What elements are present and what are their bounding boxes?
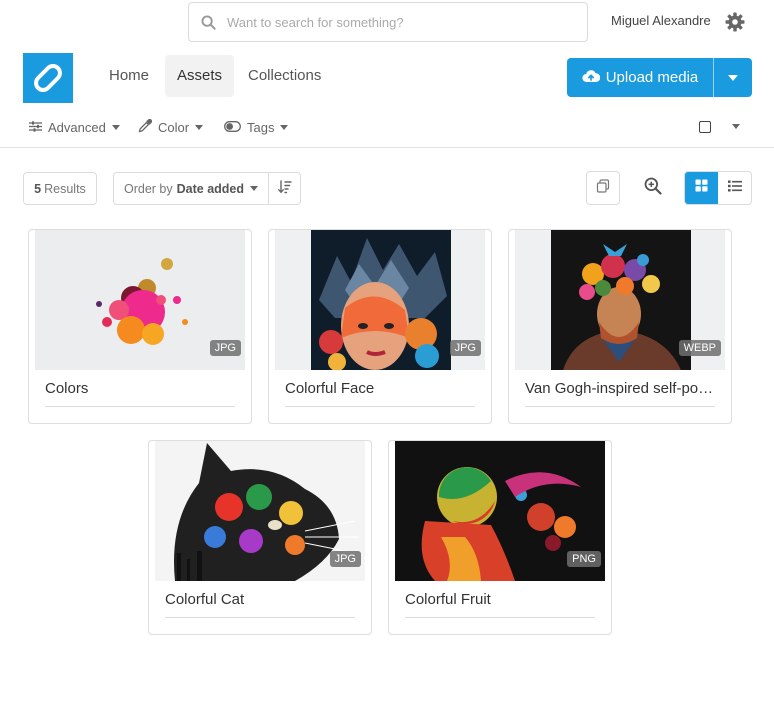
asset-card[interactable]: PNG Colorful Fruit — [388, 440, 612, 635]
order-by-select[interactable]: Order by Date added — [114, 173, 269, 204]
asset-card[interactable]: WEBP Van Gogh-inspired self-portrait — [508, 229, 732, 424]
sort-descending-icon — [277, 180, 292, 197]
cloud-upload-icon — [582, 69, 600, 87]
file-format-badge: PNG — [567, 551, 601, 567]
results-count-badge: 5 Results — [23, 172, 97, 205]
file-format-badge: JPG — [449, 340, 481, 356]
select-all-checkbox[interactable] — [699, 121, 711, 133]
upload-media-button-group: Upload media — [567, 58, 752, 97]
view-toggle — [684, 171, 752, 205]
asset-divider — [165, 617, 355, 618]
asset-divider — [285, 406, 475, 407]
order-by-value: Date added — [176, 181, 245, 196]
filter-color[interactable]: Color — [138, 117, 204, 137]
zoom-in-icon — [644, 177, 662, 200]
grid-view-button[interactable] — [685, 172, 718, 204]
copy-icon — [596, 178, 610, 198]
zoom-button[interactable] — [636, 171, 670, 205]
toggle-icon — [224, 120, 241, 135]
gear-icon[interactable] — [725, 12, 745, 32]
filter-tags-label: Tags — [247, 119, 275, 135]
file-format-badge: JPG — [209, 340, 241, 356]
asset-divider — [405, 617, 595, 618]
upload-media-button[interactable]: Upload media — [567, 58, 714, 97]
chevron-down-icon — [250, 186, 259, 191]
filter-advanced-label: Advanced — [48, 119, 106, 135]
chevron-down-icon — [280, 124, 289, 130]
order-by-prefix: Order by — [123, 181, 173, 196]
list-view-button[interactable] — [718, 172, 751, 204]
results-label: Results — [44, 181, 86, 196]
chevron-down-icon — [195, 124, 204, 130]
nav-collections[interactable]: Collections — [236, 55, 333, 97]
upload-options-dropdown[interactable] — [714, 58, 752, 97]
app-logo[interactable] — [23, 53, 73, 103]
user-name[interactable]: Miguel Alexandre — [611, 13, 711, 28]
chevron-down-icon — [728, 74, 738, 81]
sort-direction-button[interactable] — [269, 173, 300, 204]
chevron-down-icon — [111, 124, 120, 130]
asset-divider — [45, 406, 235, 407]
asset-title: Colorful Face — [285, 380, 375, 397]
asset-title: Colorful Fruit — [405, 591, 491, 608]
asset-card[interactable]: JPG Colorful Cat — [148, 440, 372, 635]
search-input[interactable] — [227, 14, 567, 30]
filter-color-label: Color — [158, 119, 190, 135]
upload-media-label: Upload media — [605, 69, 699, 86]
header-divider — [0, 147, 774, 148]
select-options-chevron-down-icon[interactable] — [732, 124, 740, 129]
nav-home[interactable]: Home — [97, 55, 161, 97]
copy-selection-button[interactable] — [586, 171, 620, 205]
order-by-control: Order by Date added — [113, 172, 301, 205]
asset-title: Van Gogh-inspired self-portrait — [525, 380, 715, 397]
filter-advanced[interactable]: Advanced — [29, 117, 120, 137]
file-format-badge: WEBP — [678, 340, 721, 356]
eyedropper-icon — [138, 118, 153, 136]
file-format-badge: JPG — [329, 551, 361, 567]
asset-card[interactable]: JPG Colors — [28, 229, 252, 424]
search-bar[interactable] — [188, 2, 588, 42]
filter-tags[interactable]: Tags — [224, 117, 289, 137]
search-icon — [189, 14, 227, 30]
asset-title: Colorful Cat — [165, 591, 245, 608]
nav-assets[interactable]: Assets — [165, 55, 235, 97]
asset-card[interactable]: JPG Colorful Face — [268, 229, 492, 424]
asset-title: Colors — [45, 380, 89, 397]
sliders-icon — [29, 120, 42, 135]
list-icon — [727, 179, 742, 197]
grid-icon — [695, 179, 708, 197]
results-count: 5 — [34, 181, 42, 196]
asset-divider — [525, 406, 715, 407]
